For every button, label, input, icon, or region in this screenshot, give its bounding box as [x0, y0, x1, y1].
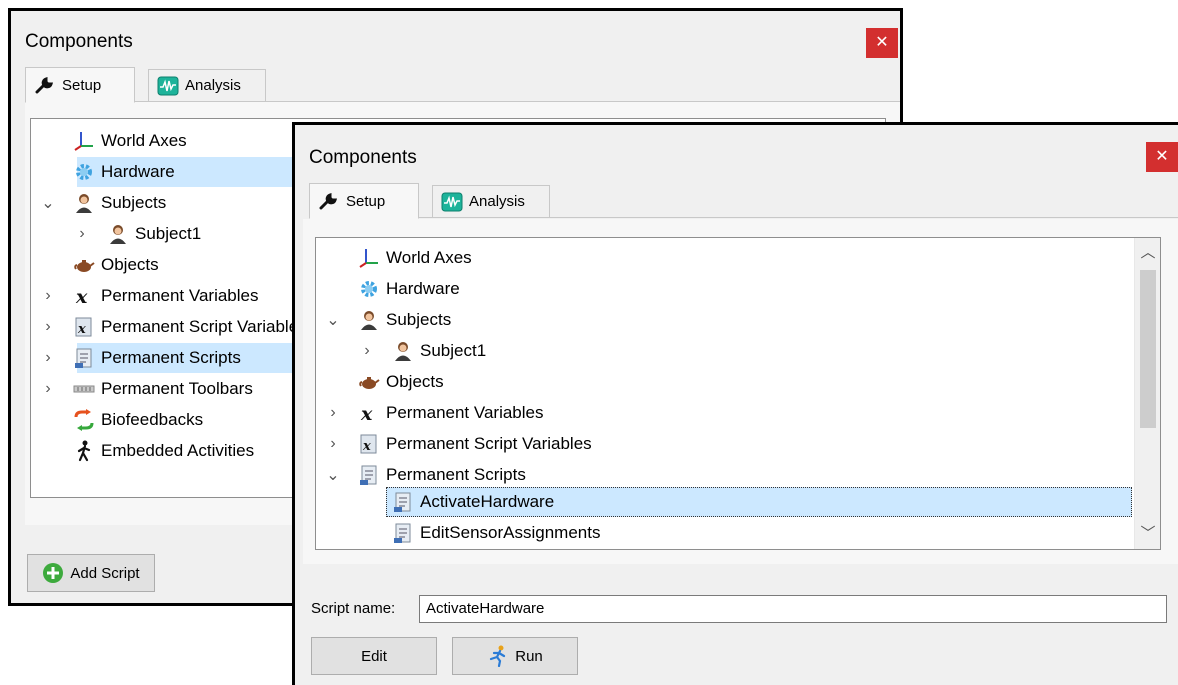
chevron-down-icon[interactable]: ⌄	[326, 465, 340, 485]
tree-item-biofeedbacks[interactable]: Biofeedbacks	[73, 405, 203, 435]
chevron-right-icon[interactable]: ›	[326, 404, 340, 422]
script-icon	[358, 464, 380, 486]
svg-text:x: x	[362, 439, 371, 454]
components-tree[interactable]: World Axes Hardware ⌄ Subjects › Subject…	[315, 237, 1161, 550]
teapot-icon	[358, 371, 380, 393]
svg-text:x: x	[360, 403, 373, 424]
close-button[interactable]: ✕	[866, 28, 898, 58]
tab-setup[interactable]: Setup	[309, 183, 419, 219]
tree-item-world-axes[interactable]: World Axes	[358, 243, 472, 273]
person-icon	[392, 340, 414, 362]
script-name-input[interactable]: ActivateHardware	[419, 595, 1167, 623]
chevron-right-icon[interactable]: ›	[41, 318, 55, 336]
script-name-label: Script name:	[311, 600, 396, 617]
tree-item-subjects[interactable]: ⌄ Subjects	[41, 188, 166, 218]
tab-label: Setup	[346, 192, 386, 210]
tree-item-embedded-activities[interactable]: Embedded Activities	[73, 436, 254, 466]
close-button[interactable]: ✕	[1146, 142, 1178, 172]
chevron-down-icon[interactable]: ⌄	[41, 193, 55, 213]
tree-item-permanent-scripts[interactable]: ⌄ Permanent Scripts	[326, 460, 526, 490]
bottom-bar: Script name: ActivateHardware Edit Run	[295, 564, 1178, 685]
tree-item-permanent-variables[interactable]: › x Permanent Variables	[45, 281, 258, 311]
variable-x-icon: x	[358, 402, 380, 424]
tab-bar: Setup Analysis	[25, 67, 900, 103]
tree-item-editsensorassignments[interactable]: EditSensorAssignments	[392, 518, 600, 548]
chevron-right-icon[interactable]: ›	[41, 380, 55, 398]
window-title: Components	[25, 31, 133, 52]
toolbar-icon	[73, 378, 95, 400]
script-variable-icon: x	[358, 433, 380, 455]
tree-item-permanent-script-variables[interactable]: › x Permanent Script Variables	[330, 429, 591, 459]
running-icon	[487, 645, 509, 667]
tab-bar: Setup Analysis	[309, 183, 1178, 219]
wrench-icon	[318, 190, 340, 212]
biofeedback-icon	[73, 409, 95, 431]
axes-icon	[358, 247, 380, 269]
chevron-right-icon[interactable]: ›	[75, 225, 89, 243]
setup-panel: World Axes Hardware ⌄ Subjects › Subject…	[303, 219, 1178, 564]
run-button[interactable]: Run	[452, 637, 578, 675]
person-icon	[358, 309, 380, 331]
plus-icon	[42, 562, 64, 584]
scroll-up-icon[interactable]: ︿	[1135, 241, 1160, 265]
tab-setup[interactable]: Setup	[25, 67, 135, 103]
script-variable-icon: x	[73, 316, 95, 338]
tab-label: Analysis	[185, 77, 241, 94]
chevron-down-icon[interactable]: ⌄	[326, 310, 340, 330]
script-icon	[392, 491, 414, 513]
vertical-scrollbar[interactable]: ︿ ﹀	[1134, 238, 1160, 549]
axes-icon	[73, 130, 95, 152]
walking-icon	[73, 440, 95, 462]
add-script-button[interactable]: Add Script	[27, 554, 155, 592]
edit-button[interactable]: Edit	[311, 637, 437, 675]
svg-text:x: x	[75, 286, 88, 307]
tab-label: Setup	[62, 76, 102, 94]
person-icon	[73, 192, 95, 214]
script-icon	[392, 522, 414, 544]
tree-item-permanent-toolbars[interactable]: › Permanent Toolbars	[45, 374, 253, 404]
chevron-right-icon[interactable]: ›	[326, 435, 340, 453]
tab-analysis[interactable]: Analysis	[148, 69, 266, 102]
scroll-down-icon[interactable]: ﹀	[1135, 522, 1160, 546]
chevron-right-icon[interactable]: ›	[41, 349, 55, 367]
chevron-right-icon[interactable]: ›	[360, 342, 374, 360]
tree-item-permanent-scripts[interactable]: › Permanent Scripts	[45, 343, 241, 373]
components-window-front: Components ✕ Setup Analysis World Axes H…	[292, 122, 1178, 685]
gear-icon	[358, 278, 380, 300]
tree-item-objects[interactable]: Objects	[358, 367, 444, 397]
waveform-icon	[441, 191, 463, 213]
tree-item-permanent-script-variables[interactable]: › x Permanent Script Variables	[45, 312, 306, 342]
tree-item-hardware[interactable]: Hardware	[358, 274, 460, 304]
waveform-icon	[157, 75, 179, 97]
scrollbar-thumb[interactable]	[1140, 270, 1156, 428]
tab-analysis[interactable]: Analysis	[432, 185, 550, 218]
tree-item-subject1[interactable]: › Subject1	[364, 336, 486, 366]
window-title: Components	[309, 147, 417, 168]
person-icon	[107, 223, 129, 245]
gear-icon	[73, 161, 95, 183]
tree-item-hardware[interactable]: Hardware	[73, 157, 175, 187]
script-icon	[73, 347, 95, 369]
tree-item-subject1[interactable]: › Subject1	[79, 219, 201, 249]
teapot-icon	[73, 254, 95, 276]
variable-x-icon: x	[73, 285, 95, 307]
tree-item-subjects[interactable]: ⌄ Subjects	[326, 305, 451, 335]
tree-item-permanent-variables[interactable]: › x Permanent Variables	[330, 398, 543, 428]
wrench-icon	[34, 74, 56, 96]
tree-item-objects[interactable]: Objects	[73, 250, 159, 280]
svg-text:x: x	[77, 322, 86, 337]
tree-item-activatehardware[interactable]: ActivateHardware	[392, 487, 554, 517]
tab-label: Analysis	[469, 193, 525, 210]
tree-item-world-axes[interactable]: World Axes	[73, 126, 187, 156]
chevron-right-icon[interactable]: ›	[41, 287, 55, 305]
